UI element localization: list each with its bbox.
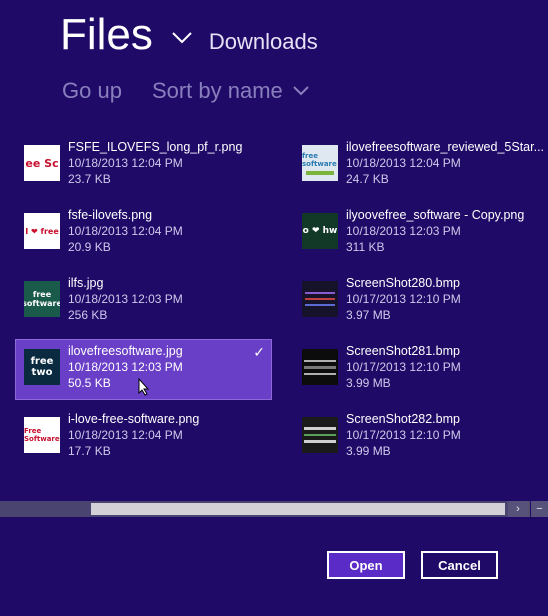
file-date: 10/18/2013 12:03 PM	[346, 224, 461, 238]
thumbnail-line	[304, 440, 336, 443]
file-name: ilovefreesoftware_reviewed_5Star...	[346, 140, 545, 154]
thumbnail-text: free software	[302, 151, 337, 168]
current-folder[interactable]: Downloads	[209, 29, 318, 55]
thumbnail-text: free software	[24, 290, 60, 308]
file-date: 10/17/2013 12:10 PM	[346, 292, 461, 306]
thumbnail-line	[305, 292, 335, 294]
file-size: 3.99 MB	[346, 376, 391, 390]
file-item[interactable]: Free Software i-love-free-software.png 1…	[16, 408, 271, 467]
file-date: 10/17/2013 12:10 PM	[346, 428, 461, 442]
scroll-thumb[interactable]	[91, 503, 505, 515]
file-date: 10/18/2013 12:04 PM	[68, 428, 183, 442]
file-thumbnail: ee Sc	[24, 145, 60, 181]
file-thumbnail	[302, 417, 338, 453]
file-name: ScreenShot280.bmp	[346, 276, 460, 290]
page-title: Files	[60, 10, 153, 59]
scroll-right-button[interactable]: ›	[508, 501, 528, 517]
thumbnail-stars	[306, 170, 334, 175]
horizontal-scrollbar[interactable]: › −	[0, 501, 548, 517]
file-size: 23.7 KB	[68, 172, 111, 186]
file-thumbnail	[302, 349, 338, 385]
file-size: 3.97 MB	[346, 308, 391, 322]
sort-label: Sort by name	[151, 78, 283, 103]
thumbnail-line	[304, 427, 336, 430]
thumbnail-line	[305, 304, 335, 306]
file-item[interactable]: free software ilovefreesoftware_reviewed…	[294, 136, 548, 195]
checkmark-icon: ✓	[253, 344, 265, 360]
file-size: 256 KB	[68, 308, 108, 322]
file-item[interactable]: ScreenShot280.bmp 10/17/2013 12:10 PM 3.…	[294, 272, 548, 331]
thumbnail-line	[305, 298, 335, 300]
file-column-left: ee Sc FSFE_ILOVEFS_long_pf_r.png 10/18/2…	[15, 136, 272, 476]
open-button[interactable]: Open	[327, 551, 405, 579]
file-name: i-love-free-software.png	[68, 412, 200, 426]
thumbnail-text: Free Software	[24, 427, 60, 443]
file-name: ScreenShot282.bmp	[346, 412, 460, 426]
file-item[interactable]: o ❤ hw ilyoovefree_software - Copy.png 1…	[294, 204, 548, 263]
file-name: ilfs.jpg	[68, 276, 104, 290]
thumbnail-line	[304, 434, 336, 436]
sort-dropdown[interactable]: Sort by name	[152, 78, 309, 104]
file-item[interactable]: ScreenShot282.bmp 10/17/2013 12:10 PM 3.…	[294, 408, 548, 467]
go-up-button[interactable]: Go up	[62, 78, 122, 104]
file-size: 311 KB	[346, 240, 385, 254]
file-item-selected[interactable]: free two ilovefreesoftware.jpg 10/18/201…	[15, 339, 272, 400]
thumbnail-line	[304, 359, 336, 362]
thumbnail-line	[304, 365, 336, 369]
toolbar: Go up Sort by name	[62, 78, 309, 104]
file-date: 10/18/2013 12:03 PM	[68, 360, 183, 374]
file-item[interactable]: ScreenShot281.bmp 10/17/2013 12:10 PM 3.…	[294, 340, 548, 399]
file-thumbnail: free software	[302, 145, 338, 181]
file-name: FSFE_ILOVEFS_long_pf_r.png	[68, 140, 243, 154]
file-size: 17.7 KB	[68, 444, 111, 458]
zoom-out-button[interactable]: −	[530, 501, 548, 517]
file-column-right: free software ilovefreesoftware_reviewed…	[294, 136, 548, 476]
thumbnail-text: ee Sc	[25, 156, 59, 170]
thumbnail-text: free two	[30, 356, 54, 378]
file-name: fsfe-ilovefs.png	[68, 208, 153, 222]
file-thumbnail: free software	[24, 281, 60, 317]
file-size: 24.7 KB	[346, 172, 389, 186]
file-name: ilyoovefree_software - Copy.png	[346, 208, 525, 222]
file-thumbnail: o ❤ hw	[302, 213, 338, 249]
file-item[interactable]: I ❤ free fsfe-ilovefs.png 10/18/2013 12:…	[16, 204, 271, 263]
file-date: 10/18/2013 12:04 PM	[346, 156, 461, 170]
file-size: 20.9 KB	[68, 240, 111, 254]
file-size: 3.99 MB	[346, 444, 391, 458]
file-size: 50.5 KB	[68, 376, 111, 390]
file-thumbnail: Free Software	[24, 417, 60, 453]
file-date: 10/17/2013 12:10 PM	[346, 360, 461, 374]
cancel-button[interactable]: Cancel	[421, 551, 498, 579]
file-date: 10/18/2013 12:04 PM	[68, 224, 183, 238]
file-name: ScreenShot281.bmp	[346, 344, 460, 358]
file-thumbnail: free two	[24, 349, 60, 385]
file-thumbnail: I ❤ free	[24, 213, 60, 249]
header: Files Downloads	[60, 8, 318, 68]
thumbnail-text: o ❤ hw	[302, 226, 338, 236]
file-thumbnail	[302, 281, 338, 317]
file-name: ilovefreesoftware.jpg	[68, 344, 183, 358]
file-date: 10/18/2013 12:04 PM	[68, 156, 183, 170]
chevron-down-icon	[293, 86, 309, 96]
file-item[interactable]: ee Sc FSFE_ILOVEFS_long_pf_r.png 10/18/2…	[16, 136, 271, 195]
file-item[interactable]: free software ilfs.jpg 10/18/2013 12:03 …	[16, 272, 271, 331]
thumbnail-text: I ❤ free	[25, 226, 59, 236]
mouse-cursor-icon	[138, 378, 150, 396]
chevron-down-icon[interactable]	[171, 31, 193, 45]
thumbnail-line	[304, 372, 336, 375]
file-date: 10/18/2013 12:03 PM	[68, 292, 183, 306]
